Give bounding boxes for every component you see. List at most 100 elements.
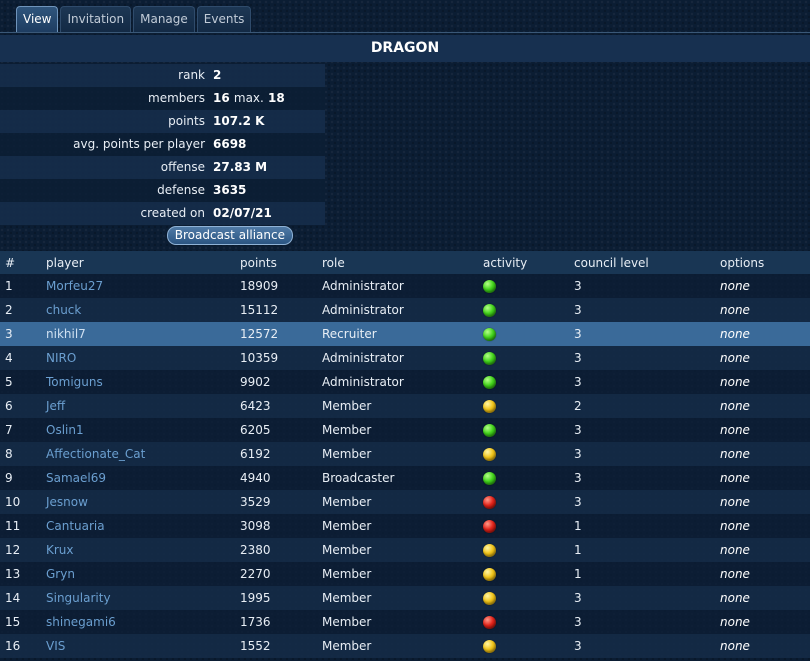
members-label: members	[148, 91, 205, 105]
cell-activity	[478, 610, 569, 634]
col-header-player[interactable]: player	[41, 251, 235, 274]
cell-role: Member	[317, 394, 478, 418]
cell-points: 6423	[235, 394, 317, 418]
cell-player: Cantuaria	[41, 514, 235, 538]
member-rows: 1 Morfeu27 18909 Administrator 3 none 2 chuck 15…	[0, 274, 810, 658]
tab-bar: View Invitation Manage Events	[16, 6, 253, 33]
col-header-role[interactable]: role	[317, 251, 478, 274]
player-link[interactable]: Cantuaria	[46, 519, 105, 533]
player-link[interactable]: nikhil7	[46, 327, 86, 341]
broadcast-wrap: Broadcast alliance	[0, 226, 293, 245]
table-row[interactable]: 7 Oslin1 6205 Member 3 none	[0, 418, 810, 442]
broadcast-alliance-button[interactable]: Broadcast alliance	[166, 226, 293, 245]
table-row[interactable]: 3 nikhil7 12572 Recruiter 3 none	[0, 322, 810, 346]
cell-number: 16	[0, 634, 41, 658]
player-link[interactable]: Krux	[46, 543, 74, 557]
table-row[interactable]: 2 chuck 15112 Administrator 3 none	[0, 298, 810, 322]
activity-yellow-dot-icon	[483, 592, 496, 605]
cell-activity	[478, 346, 569, 370]
player-link[interactable]: Singularity	[46, 591, 111, 605]
tab-manage[interactable]: Manage	[133, 6, 195, 32]
table-row[interactable]: 14 Singularity 1995 Member 3 none	[0, 586, 810, 610]
player-link[interactable]: Samael69	[46, 471, 106, 485]
info-row-created-on: created on 02/07/21	[0, 202, 325, 225]
cell-player: Gryn	[41, 562, 235, 586]
cell-activity	[478, 490, 569, 514]
cell-role: Member	[317, 634, 478, 658]
table-row[interactable]: 5 Tomiguns 9902 Administrator 3 none	[0, 370, 810, 394]
cell-council-level: 3	[569, 274, 715, 298]
cell-player: Oslin1	[41, 418, 235, 442]
cell-role: Member	[317, 418, 478, 442]
cell-options: none	[715, 274, 810, 298]
cell-points: 6192	[235, 442, 317, 466]
player-link[interactable]: Morfeu27	[46, 279, 103, 293]
table-row[interactable]: 6 Jeff 6423 Member 2 none	[0, 394, 810, 418]
player-link[interactable]: Gryn	[46, 567, 75, 581]
tab-invitation[interactable]: Invitation	[60, 6, 132, 32]
cell-number: 6	[0, 394, 41, 418]
col-header-activity[interactable]: activity	[478, 251, 569, 274]
player-link[interactable]: VIS	[46, 639, 65, 653]
rank-label: rank	[178, 68, 205, 82]
rank-value: 2	[213, 68, 222, 82]
cell-points: 4940	[235, 466, 317, 490]
table-row[interactable]: 10 Jesnow 3529 Member 3 none	[0, 490, 810, 514]
cell-council-level: 3	[569, 634, 715, 658]
cell-council-level: 1	[569, 562, 715, 586]
player-link[interactable]: Oslin1	[46, 423, 84, 437]
activity-green-dot-icon	[483, 424, 496, 437]
cell-role: Administrator	[317, 370, 478, 394]
col-header-points[interactable]: points	[235, 251, 317, 274]
activity-green-dot-icon	[483, 304, 496, 317]
cell-options: none	[715, 490, 810, 514]
table-row[interactable]: 8 Affectionate_Cat 6192 Member 3 none	[0, 442, 810, 466]
player-link[interactable]: shinegami6	[46, 615, 116, 629]
cell-activity	[478, 466, 569, 490]
player-link[interactable]: Affectionate_Cat	[46, 447, 145, 461]
table-row[interactable]: 13 Gryn 2270 Member 1 none	[0, 562, 810, 586]
activity-yellow-dot-icon	[483, 544, 496, 557]
table-row[interactable]: 1 Morfeu27 18909 Administrator 3 none	[0, 274, 810, 298]
offense-value: 27.83 M	[213, 160, 268, 174]
cell-number: 4	[0, 346, 41, 370]
members-max-label: max.	[233, 91, 264, 105]
cell-number: 10	[0, 490, 41, 514]
cell-activity	[478, 634, 569, 658]
cell-role: Recruiter	[317, 322, 478, 346]
table-header-row: # player points role activity council le…	[0, 251, 810, 274]
cell-role: Member	[317, 610, 478, 634]
cell-number: 9	[0, 466, 41, 490]
tab-events[interactable]: Events	[196, 6, 252, 32]
table-row[interactable]: 9 Samael69 4940 Broadcaster 3 none	[0, 466, 810, 490]
table-row[interactable]: 11 Cantuaria 3098 Member 1 none	[0, 514, 810, 538]
col-header-council-level[interactable]: council level	[569, 251, 715, 274]
player-link[interactable]: Jesnow	[46, 495, 88, 509]
player-link[interactable]: Jeff	[46, 399, 65, 413]
player-link[interactable]: chuck	[46, 303, 81, 317]
cell-player: Singularity	[41, 586, 235, 610]
table-row[interactable]: 16 VIS 1552 Member 3 none	[0, 634, 810, 658]
tab-divider	[0, 32, 810, 33]
tab-view[interactable]: View	[16, 6, 59, 32]
cell-player: shinegami6	[41, 610, 235, 634]
cell-number: 3	[0, 322, 41, 346]
members-max: 18	[268, 91, 285, 105]
cell-role: Administrator	[317, 346, 478, 370]
cell-points: 1736	[235, 610, 317, 634]
cell-number: 11	[0, 514, 41, 538]
table-row[interactable]: 4 NIRO 10359 Administrator 3 none	[0, 346, 810, 370]
cell-number: 12	[0, 538, 41, 562]
alliance-title: DRAGON	[0, 35, 810, 62]
info-row-defense: defense 3635	[0, 179, 325, 202]
table-row[interactable]: 12 Krux 2380 Member 1 none	[0, 538, 810, 562]
cell-options: none	[715, 346, 810, 370]
table-row[interactable]: 15 shinegami6 1736 Member 3 none	[0, 610, 810, 634]
player-link[interactable]: NIRO	[46, 351, 76, 365]
col-header-number[interactable]: #	[0, 251, 41, 274]
activity-yellow-dot-icon	[483, 448, 496, 461]
info-row-avg-points: avg. points per player 6698	[0, 133, 325, 156]
player-link[interactable]: Tomiguns	[46, 375, 103, 389]
cell-council-level: 3	[569, 370, 715, 394]
cell-council-level: 3	[569, 490, 715, 514]
